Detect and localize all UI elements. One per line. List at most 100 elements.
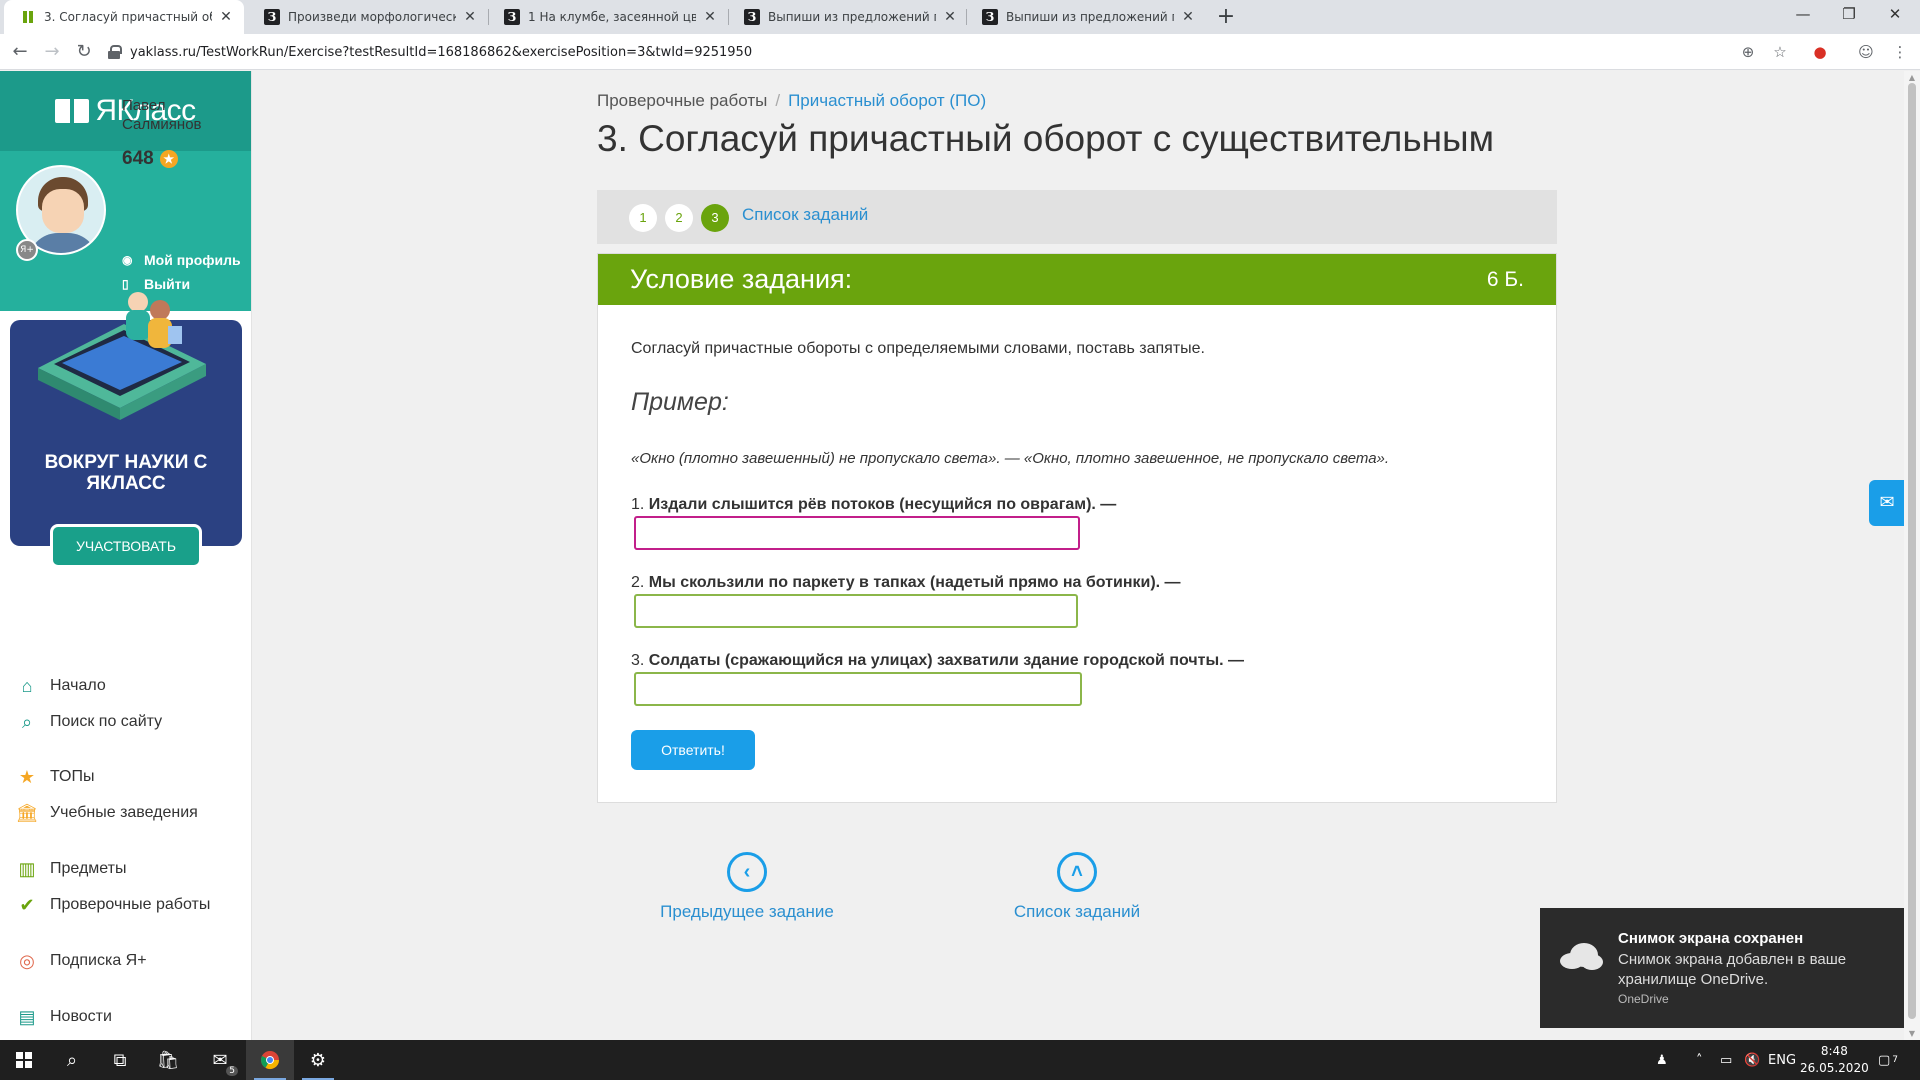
url-field[interactable]: yaklass.ru/TestWorkRun/Exercise?testResu… xyxy=(108,38,1788,66)
tablet-illustration xyxy=(38,292,206,420)
task-list-bottom-link[interactable]: ˄ Список заданий xyxy=(977,852,1177,922)
notification-source: OneDrive xyxy=(1618,992,1669,1006)
user-last-name: Салмиянов xyxy=(122,116,202,133)
tab-active[interactable]: 3. Согласуй причастный оборо ✕ xyxy=(4,0,244,34)
address-bar: ← → ↻ yaklass.ru/TestWorkRun/Exercise?te… xyxy=(0,34,1920,70)
task-list-link[interactable]: Список заданий xyxy=(742,205,868,225)
action-center-icon[interactable]: ▢ 7 xyxy=(1878,1040,1898,1080)
close-tab-icon[interactable]: ✕ xyxy=(1180,9,1196,25)
taskbar-clock[interactable]: 8:48 26.05.2020 xyxy=(1800,1043,1869,1077)
breadcrumb-current[interactable]: Причастный оборот (ПО) xyxy=(788,91,986,110)
nav-label: Подписка Я+ xyxy=(50,952,147,969)
menu-dots-icon[interactable]: ⋮ xyxy=(1890,42,1910,62)
question-number: 2. xyxy=(631,574,645,591)
search-icon[interactable]: ⌕ xyxy=(48,1040,96,1080)
close-tab-icon[interactable]: ✕ xyxy=(942,9,958,25)
search-icon: ⌕ xyxy=(21,711,33,732)
answer-field-3[interactable] xyxy=(634,672,1082,706)
breadcrumb-parent[interactable]: Проверочные работы xyxy=(597,91,767,110)
z-letter-icon: З xyxy=(744,9,760,25)
notification-title: Снимок экрана сохранен xyxy=(1618,930,1804,947)
nav-label: ТОПы xyxy=(50,768,95,785)
tab-title: 3. Согласуй причастный оборо xyxy=(44,10,212,24)
tray-person-icon[interactable]: ♟ xyxy=(1656,1040,1668,1080)
close-tab-icon[interactable]: ✕ xyxy=(218,9,234,25)
task-instruction: Согласуй причастные обороты с определяем… xyxy=(631,340,1205,357)
tab[interactable]: З Выпиши из предложений прич ✕ xyxy=(966,0,1206,34)
step-1[interactable]: 1 xyxy=(629,204,657,232)
scroll-up-icon[interactable]: ▲ xyxy=(1907,73,1917,82)
network-icon[interactable]: ▭ xyxy=(1720,1040,1732,1080)
task-view-icon[interactable]: ⧉ xyxy=(96,1040,144,1080)
install-app-icon[interactable]: ⊕ xyxy=(1738,42,1758,62)
windows-start-icon[interactable] xyxy=(0,1040,48,1080)
nav-item-subscription[interactable]: ◎ Подписка Я+ xyxy=(16,950,147,972)
forward-arrow-icon[interactable]: → xyxy=(40,40,64,64)
nav-item-tops[interactable]: ★ ТОПы xyxy=(16,766,95,788)
answer-field-2[interactable] xyxy=(634,594,1078,628)
task-points: 6 Б. xyxy=(1486,267,1524,291)
nav-label: Поиск по сайту xyxy=(50,713,163,730)
mail-icon[interactable]: ✉ 5 xyxy=(196,1040,244,1080)
nav-item-home[interactable]: ⌂ Начало xyxy=(16,675,106,697)
store-icon[interactable]: 🛍 xyxy=(144,1040,192,1080)
tab[interactable]: З Выпиши из предложений прич ✕ xyxy=(728,0,968,34)
nav-item-institutions[interactable]: 🏛 Учебные заведения xyxy=(16,802,198,824)
nav-label: Предметы xyxy=(50,860,127,877)
step-3-active[interactable]: 3 xyxy=(701,204,729,232)
scroll-down-icon[interactable]: ▼ xyxy=(1907,1029,1917,1038)
notif-badge: 7 xyxy=(1892,1055,1899,1065)
previous-task-link[interactable]: ‹ Предыдущее задание xyxy=(647,852,847,922)
language-indicator[interactable]: ENG xyxy=(1768,1040,1796,1080)
close-tab-icon[interactable]: ✕ xyxy=(462,9,478,25)
ya-plus-badge: Я+ xyxy=(16,239,38,261)
tab[interactable]: З Произведи морфологический р ✕ xyxy=(248,0,488,34)
page-scrollbar[interactable]: ▲ ▼ xyxy=(1904,71,1920,1040)
nav-item-tests[interactable]: ✔ Проверочные работы xyxy=(16,894,210,916)
back-arrow-icon[interactable]: ← xyxy=(8,40,32,64)
scrollbar-thumb[interactable] xyxy=(1908,83,1916,1019)
close-window-icon[interactable]: ✕ xyxy=(1872,0,1918,30)
feedback-mail-icon[interactable]: ✉ xyxy=(1869,480,1905,526)
extension-icon[interactable]: ● xyxy=(1810,42,1830,62)
z-letter-icon: З xyxy=(264,9,280,25)
nav-item-search[interactable]: ⌕ Поиск по сайту xyxy=(16,711,162,733)
onedrive-notification[interactable]: Снимок экрана сохранен Снимок экрана доб… xyxy=(1540,908,1904,1028)
minimize-icon[interactable]: — xyxy=(1780,0,1826,30)
lock-icon xyxy=(108,45,122,59)
question-1: 1. Издали слышится рёв потоков (несущийс… xyxy=(631,496,1116,514)
close-tab-icon[interactable]: ✕ xyxy=(702,9,718,25)
windows-logo-icon xyxy=(16,1052,32,1068)
tray-chevron-up-icon[interactable]: ˄ xyxy=(1696,1040,1703,1080)
nav-item-news[interactable]: ▤ Новости xyxy=(16,1006,111,1028)
step-2[interactable]: 2 xyxy=(665,204,693,232)
mail-badge: 5 xyxy=(226,1066,238,1076)
restore-icon[interactable]: ❐ xyxy=(1826,0,1872,30)
submit-answer-button[interactable]: Ответить! xyxy=(631,730,755,770)
institution-icon: 🏛 xyxy=(15,802,39,823)
chevron-left-icon: ‹ xyxy=(727,852,767,892)
question-3: 3. Солдаты (сражающийся на улицах) захва… xyxy=(631,652,1244,670)
check-circle-icon: ✔ xyxy=(19,894,35,915)
points-value: 648 xyxy=(122,148,154,169)
clock-time: 8:48 xyxy=(1820,1044,1848,1058)
new-tab-plus-icon[interactable]: + xyxy=(1212,0,1240,34)
example-heading: Пример: xyxy=(631,388,729,416)
news-icon: ▤ xyxy=(18,1006,36,1027)
tab[interactable]: З 1 На клумбе, засеянной цвета ✕ xyxy=(488,0,728,34)
breadcrumb-separator: / xyxy=(775,91,781,110)
nav-item-subjects[interactable]: ▥ Предметы xyxy=(16,858,126,880)
nav-label: Проверочные работы xyxy=(50,896,211,913)
chrome-icon[interactable] xyxy=(246,1040,294,1080)
tab-title: 1 На клумбе, засеянной цвета xyxy=(528,10,696,24)
answer-field-1[interactable] xyxy=(634,516,1080,550)
question-number: 3. xyxy=(631,652,645,669)
reload-icon[interactable]: ↻ xyxy=(72,40,96,64)
question-text: Издали слышится рёв потоков (несущийся п… xyxy=(648,496,1117,513)
volume-muted-icon[interactable]: 🔇 xyxy=(1744,1040,1760,1080)
profile-avatar-icon[interactable]: ☺ xyxy=(1856,42,1876,62)
bookmark-star-icon[interactable]: ☆ xyxy=(1770,42,1790,62)
participate-button[interactable]: УЧАСТВОВАТЬ xyxy=(50,524,202,568)
steam-icon[interactable]: ⚙ xyxy=(294,1040,342,1080)
nav-label: Начало xyxy=(50,677,106,694)
